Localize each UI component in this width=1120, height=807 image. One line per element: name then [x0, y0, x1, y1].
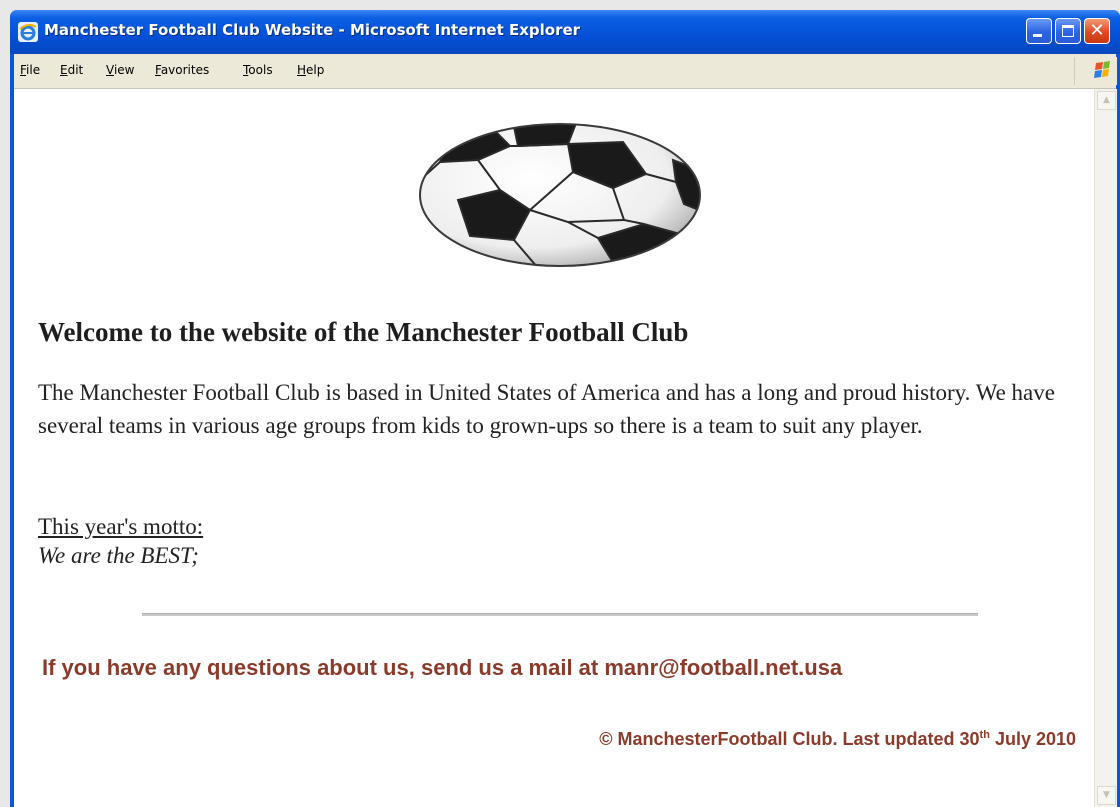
menu-view[interactable]: View	[106, 63, 134, 77]
scroll-up-icon[interactable]: ▲	[1097, 91, 1116, 110]
title-bar[interactable]: Manchester Football Club Website - Micro…	[10, 10, 1120, 54]
window-title: Manchester Football Club Website - Micro…	[44, 21, 581, 39]
footer-copyright: © ManchesterFootball Club. Last updated …	[599, 729, 1076, 750]
menu-help[interactable]: Help	[297, 63, 324, 77]
close-icon: ✕	[1089, 20, 1105, 41]
windows-flag-icon	[1094, 61, 1110, 78]
footer-date-suffix: th	[979, 729, 990, 741]
menu-favorites[interactable]: Favorites	[155, 63, 209, 77]
menu-bar: File Edit View Favorites Tools Help	[14, 54, 1117, 89]
motto-label: This year's motto:	[38, 514, 204, 539]
minimize-icon	[1033, 34, 1042, 37]
copyright-symbol: ©	[599, 729, 613, 749]
vertical-scrollbar[interactable]: ▲ ▼	[1094, 89, 1117, 807]
maximize-icon	[1062, 25, 1074, 37]
footer-date-rest: July 2010	[989, 729, 1076, 749]
page-heading: Welcome to the website of the Manchester…	[38, 317, 689, 347]
menu-edit[interactable]: Edit	[60, 63, 83, 77]
ie-icon	[18, 22, 38, 42]
intro-paragraph: The Manchester Football Club is based in…	[38, 380, 1055, 438]
browser-window: Manchester Football Club Website - Micro…	[10, 10, 1120, 807]
soccer-ball-icon	[419, 123, 701, 267]
close-button[interactable]: ✕	[1084, 18, 1110, 44]
contact-line: If you have any questions about us, send…	[42, 655, 843, 680]
minimize-button[interactable]	[1026, 18, 1052, 44]
motto-text: We are the BEST;	[38, 543, 199, 568]
page-content: Welcome to the website of the Manchester…	[14, 89, 1094, 807]
menu-tools[interactable]: Tools	[243, 63, 273, 77]
footer-text: ManchesterFootball Club. Last updated 30	[617, 729, 980, 749]
throbber	[1074, 57, 1117, 85]
horizontal-rule	[142, 613, 978, 616]
scroll-down-icon[interactable]: ▼	[1097, 786, 1116, 805]
menu-file[interactable]: File	[20, 63, 40, 77]
maximize-button[interactable]	[1055, 18, 1081, 44]
